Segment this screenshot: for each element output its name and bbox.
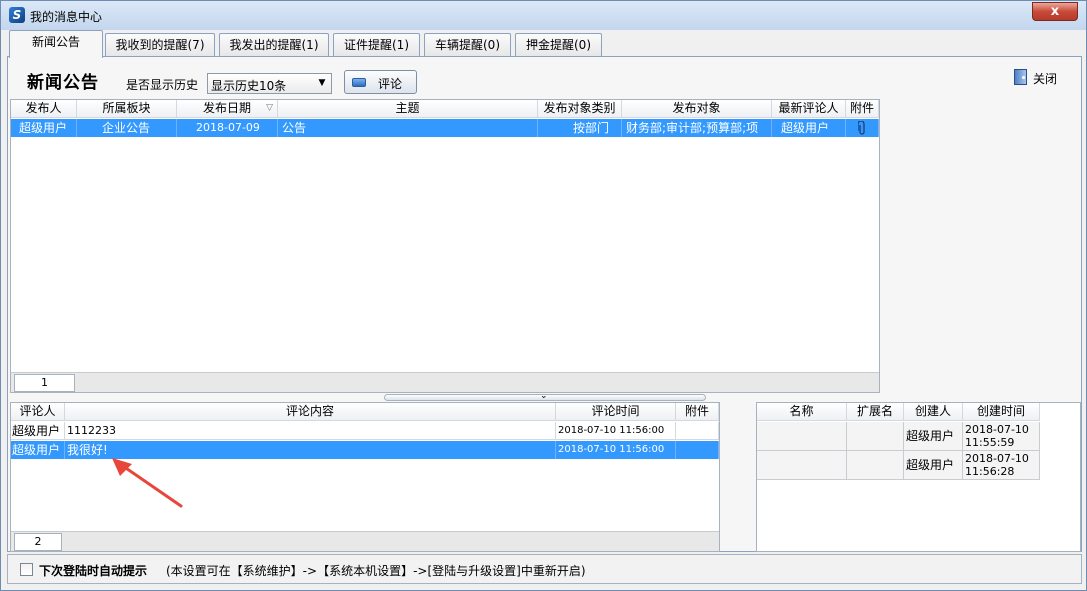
history-label: 是否显示历史	[126, 78, 199, 92]
file-created-date: 2018-07-10	[965, 423, 1029, 436]
col-target-type[interactable]: 发布对象类别	[538, 100, 622, 118]
col-file-created[interactable]: 创建时间	[963, 403, 1040, 421]
app-logo-icon: S	[9, 7, 25, 23]
message-center-window: S 我的消息中心 x 新闻公告 我收到的提醒(7) 我发出的提醒(1) 证件提醒…	[0, 0, 1087, 591]
sort-desc-icon: ▽	[266, 103, 273, 113]
row-targets: 财务部;审计部;预算部;项	[622, 119, 772, 137]
tab-received-reminders[interactable]: 我收到的提醒(7)	[105, 33, 215, 57]
comment-attachment	[676, 441, 719, 459]
auto-prompt-label[interactable]: 下次登陆时自动提示	[39, 562, 147, 579]
file-created: 2018-07-10 11:56:28	[963, 451, 1040, 480]
comment-button-label: 评论	[378, 77, 403, 91]
row-target-type: 按部门	[538, 119, 622, 137]
file-ext	[847, 422, 904, 451]
tab-certificate-reminders[interactable]: 证件提醒(1)	[333, 33, 420, 57]
chevron-down-icon[interactable]: ⌄	[540, 392, 548, 401]
news-grid-header: 发布人 所属板块 发布日期 ▽ 主题 发布对象类别 发布对象 最新评论人 附件	[11, 100, 879, 118]
comment-attachment	[676, 422, 719, 440]
file-created-time: 11:56:28	[965, 465, 1015, 478]
chevron-down-icon[interactable]: ▼	[314, 75, 330, 92]
history-select[interactable]: 显示历史10条 ▼	[207, 73, 332, 94]
window-title: 我的消息中心	[30, 10, 103, 24]
title-bar: S 我的消息中心 x	[1, 1, 1086, 30]
col-publisher[interactable]: 发布人	[11, 100, 77, 118]
row-latest-commenter: 超级用户	[772, 119, 846, 137]
footer-bar: 下次登陆时自动提示 (本设置可在【系统维护】->【系统本机设置】->[登陆与升级…	[7, 554, 1082, 584]
col-subject[interactable]: 主题	[278, 100, 538, 118]
comment-row[interactable]: 超级用户 1112233 2018-07-10 11:56:00	[11, 422, 719, 440]
col-file-name[interactable]: 名称	[757, 403, 847, 421]
comment-commenter: 超级用户	[11, 441, 65, 459]
comment-pager-strip	[11, 531, 719, 551]
col-file-creator[interactable]: 创建人	[904, 403, 963, 421]
attachment-grid-header: 名称 扩展名 创建人 创建时间	[757, 403, 1040, 421]
row-publisher: 超级用户	[11, 119, 77, 137]
news-grid: 发布人 所属板块 发布日期 ▽ 主题 发布对象类别 发布对象 最新评论人 附件 …	[10, 99, 880, 393]
news-page-indicator[interactable]: 1	[14, 374, 75, 392]
col-section[interactable]: 所属板块	[77, 100, 177, 118]
news-pager-strip	[11, 372, 879, 392]
row-section: 企业公告	[77, 119, 177, 137]
paperclip-icon[interactable]	[846, 119, 879, 137]
history-select-value: 显示历史10条	[211, 79, 287, 93]
col-date[interactable]: 发布日期 ▽	[177, 100, 278, 118]
comment-page-indicator[interactable]: 2	[14, 533, 62, 551]
file-created: 2018-07-10 11:55:59	[963, 422, 1040, 451]
file-creator: 超级用户	[904, 451, 963, 480]
col-targets[interactable]: 发布对象	[622, 100, 772, 118]
panel-splitter[interactable]: ⌄	[384, 392, 706, 401]
col-attachment[interactable]: 附件	[846, 100, 879, 118]
file-creator: 超级用户	[904, 422, 963, 451]
col-file-ext[interactable]: 扩展名	[847, 403, 904, 421]
tab-deposit-reminders[interactable]: 押金提醒(0)	[515, 33, 602, 57]
comment-grid-header: 评论人 评论内容 评论时间 附件	[11, 403, 719, 421]
col-comment-attachment[interactable]: 附件	[676, 403, 719, 421]
auto-prompt-checkbox[interactable]	[20, 563, 33, 576]
tab-sent-reminders[interactable]: 我发出的提醒(1)	[219, 33, 329, 57]
file-ext	[847, 451, 904, 480]
comment-content: 1112233	[65, 422, 556, 440]
comment-icon	[352, 78, 366, 87]
toolbar: 新闻公告 是否显示历史 显示历史10条 ▼ 评论 关闭	[8, 57, 1081, 99]
file-created-time: 11:55:59	[965, 436, 1015, 449]
news-row[interactable]: 超级用户 企业公告 2018-07-09 公告 按部门 财务部;审计部;预算部;…	[11, 119, 879, 137]
file-name	[757, 422, 847, 451]
exit-door-icon	[1014, 69, 1027, 85]
comment-commenter: 超级用户	[11, 422, 65, 440]
comment-button[interactable]: 评论	[344, 70, 417, 94]
file-name	[757, 451, 847, 480]
page-title: 新闻公告	[27, 73, 99, 93]
tab-news[interactable]: 新闻公告	[9, 30, 103, 58]
row-date: 2018-07-09	[177, 119, 278, 137]
window-close-button[interactable]: x	[1032, 2, 1078, 21]
col-commenter[interactable]: 评论人	[11, 403, 65, 421]
settings-note: (本设置可在【系统维护】->【系统本机设置】->[登陆与升级设置]中重新开启)	[166, 564, 586, 578]
close-button-label: 关闭	[1033, 72, 1058, 86]
comment-time: 2018-07-10 11:56:00	[556, 441, 676, 459]
tab-strip: 新闻公告 我收到的提醒(7) 我发出的提醒(1) 证件提醒(1) 车辆提醒(0)…	[7, 30, 1082, 58]
file-created-date: 2018-07-10	[965, 452, 1029, 465]
tab-vehicle-reminders[interactable]: 车辆提醒(0)	[424, 33, 511, 57]
col-comment-time[interactable]: 评论时间	[556, 403, 676, 421]
annotation-arrow-icon	[112, 458, 183, 508]
col-date-label: 发布日期	[202, 101, 251, 115]
col-comment-content[interactable]: 评论内容	[65, 403, 556, 421]
comment-time: 2018-07-10 11:56:00	[556, 422, 676, 440]
row-subject: 公告	[278, 119, 538, 137]
col-latest-commenter[interactable]: 最新评论人	[772, 100, 846, 118]
attachment-grid: 名称 扩展名 创建人 创建时间 超级用户 2018-07-10 11:55:59…	[756, 402, 1081, 552]
